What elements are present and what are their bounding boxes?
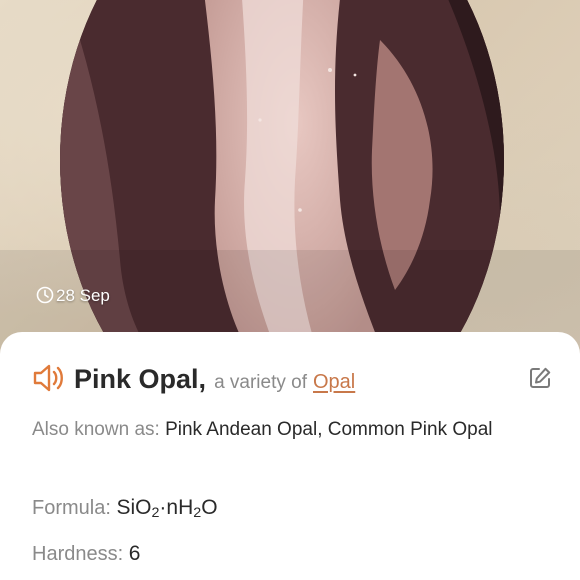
stone-name: Pink Opal xyxy=(74,364,199,394)
photo-date: 28 Sep xyxy=(36,286,110,306)
stone-illustration xyxy=(0,0,580,360)
title-row: Pink Opal, a variety of Opal xyxy=(32,358,355,395)
stone-photo[interactable]: 28 Sep xyxy=(0,0,580,360)
formula-label: Formula: xyxy=(32,497,111,519)
info-sheet: Pink Opal, a variety of Opal Also known … xyxy=(0,332,580,580)
aka-label: Also known as: xyxy=(32,419,160,440)
edit-icon[interactable] xyxy=(528,366,552,390)
variety-link[interactable]: Opal xyxy=(313,371,355,394)
formula-value: SiO2·nH2O xyxy=(116,496,218,521)
date-text: 28 Sep xyxy=(56,286,110,305)
hardness-value: 6 xyxy=(128,542,141,565)
speaker-icon[interactable] xyxy=(32,363,66,393)
aka-value: Pink Andean Opal, Common Pink Opal xyxy=(165,419,493,440)
title-comma: , xyxy=(198,364,207,394)
screen: 28 Sep Pink Opal, a variety of Opal Also… xyxy=(0,0,580,580)
also-known-as: Also known as: Pink Andean Opal, Common … xyxy=(32,412,542,448)
variety-prefix: a variety of xyxy=(214,372,307,393)
formula: Formula: SiO2·nH2O xyxy=(32,490,542,531)
hardness: Hardness: 6 xyxy=(32,536,542,572)
hardness-label: Hardness: xyxy=(32,543,124,565)
